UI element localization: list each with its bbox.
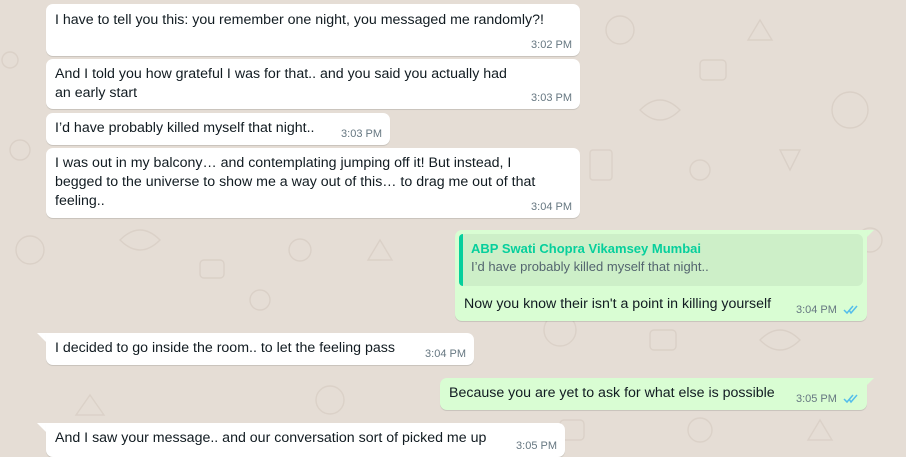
- message-text: I was out in my balcony… and contemplati…: [55, 155, 536, 209]
- message-text: I decided to go inside the room.. to let…: [55, 340, 395, 356]
- outgoing-message[interactable]: ABP Swati Chopra Vikamsey Mumbai I’d hav…: [455, 230, 867, 321]
- incoming-message[interactable]: I have to tell you this: you remember on…: [46, 4, 580, 56]
- message-timestamp: 3:04 PM: [531, 201, 572, 213]
- message-timestamp: 3:03 PM: [341, 128, 382, 140]
- message-text: And I saw your message.. and our convers…: [55, 430, 487, 446]
- incoming-message[interactable]: I decided to go inside the room.. to let…: [46, 333, 474, 365]
- message-text: I have to tell you this: you remember on…: [55, 12, 544, 28]
- message-timestamp: 3:05 PM: [516, 440, 557, 452]
- message-timestamp: 3:03 PM: [531, 92, 572, 104]
- quoted-author: ABP Swati Chopra Vikamsey Mumbai: [471, 241, 701, 256]
- incoming-message[interactable]: And I saw your message.. and our convers…: [46, 423, 565, 457]
- quoted-text: I’d have probably killed myself that nig…: [471, 259, 709, 274]
- quoted-message[interactable]: ABP Swati Chopra Vikamsey Mumbai I’d hav…: [459, 234, 863, 286]
- outgoing-message[interactable]: Because you are yet to ask for what else…: [440, 378, 867, 410]
- message-text: And I told you how grateful I was for th…: [55, 66, 507, 101]
- incoming-message[interactable]: And I told you how grateful I was for th…: [46, 59, 580, 109]
- message-timestamp: 3:04 PM: [795, 304, 837, 316]
- message-timestamp: 3:05 PM: [795, 393, 837, 405]
- message-text: I’d have probably killed myself that nig…: [55, 120, 315, 136]
- message-timestamp: 3:02 PM: [531, 39, 572, 51]
- message-meta: 3:04 PM: [796, 303, 859, 317]
- incoming-message[interactable]: I was out in my balcony… and contemplati…: [46, 148, 580, 218]
- message-meta: 3:05 PM: [796, 392, 859, 406]
- message-timestamp: 3:04 PM: [425, 348, 466, 360]
- double-check-icon: [843, 305, 858, 315]
- double-check-icon: [843, 394, 858, 404]
- incoming-message[interactable]: I’d have probably killed myself that nig…: [46, 113, 390, 145]
